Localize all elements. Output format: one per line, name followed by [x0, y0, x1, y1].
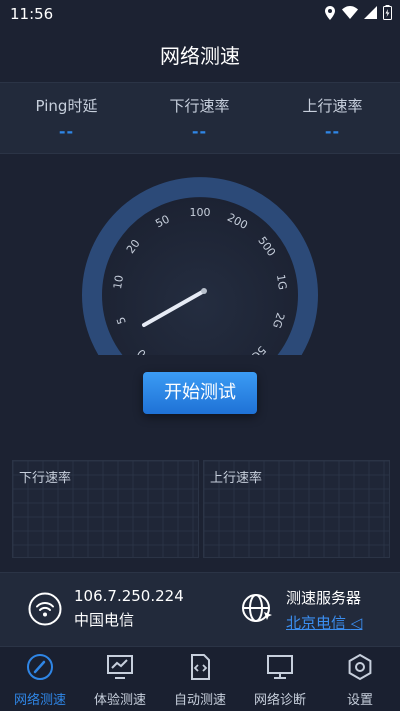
- battery-icon: [383, 5, 392, 20]
- network-info-bar: 106.7.250.224 中国电信 测速服务器 北京电信 ◁: [0, 572, 400, 647]
- page-title: 网络测速: [160, 44, 240, 68]
- metric-upload: 上行速率 --: [266, 95, 399, 141]
- download-chart-label: 下行速率: [19, 471, 72, 486]
- gauge-tick-label: 100: [190, 206, 211, 219]
- metric-ping: Ping时延 --: [0, 95, 133, 141]
- tab-speed-test-label: 网络测速: [13, 693, 66, 708]
- location-icon: [325, 5, 335, 20]
- chevron-left-icon: ◁: [350, 614, 363, 632]
- wifi-icon: [342, 6, 358, 19]
- bottom-tab-bar: 网络测速 体验测速 自动测速 网络诊断 设置: [0, 646, 400, 711]
- monitor-icon: [267, 655, 293, 679]
- gauge-needle-tip: [201, 288, 207, 294]
- ip-address: 106.7.250.224: [74, 587, 184, 605]
- network-info: 106.7.250.224 中国电信: [28, 587, 184, 630]
- metric-upload-value: --: [324, 122, 341, 141]
- tab-experience-test[interactable]: 体验测速: [80, 653, 160, 708]
- gear-icon: [348, 653, 372, 681]
- status-bar: 11:56: [0, 0, 400, 28]
- tab-auto-test-label: 自动测速: [173, 693, 226, 708]
- tab-speed-test[interactable]: 网络测速: [0, 653, 80, 708]
- server-name: 北京电信: [286, 614, 347, 632]
- tab-settings-label: 设置: [346, 693, 373, 708]
- gauge-tick-label: 10: [111, 274, 126, 290]
- monitor-chart-icon: [107, 655, 133, 679]
- code-doc-icon: [191, 654, 210, 680]
- speedometer-icon: [27, 654, 53, 680]
- status-time: 11:56: [10, 5, 54, 23]
- metric-upload-label: 上行速率: [302, 97, 363, 115]
- tab-network-diagnosis[interactable]: 网络诊断: [240, 653, 320, 708]
- metric-ping-label: Ping时延: [35, 97, 98, 115]
- signal-icon: [364, 6, 377, 19]
- tab-network-diagnosis-label: 网络诊断: [253, 693, 306, 708]
- upload-chart-label: 上行速率: [210, 471, 263, 486]
- server-info[interactable]: 测速服务器 北京电信 ◁: [240, 587, 362, 633]
- upload-chart: 上行速率: [203, 460, 390, 558]
- metric-download-label: 下行速率: [169, 97, 230, 115]
- metric-download-value: --: [191, 122, 208, 141]
- wifi-circle-icon: [28, 592, 62, 625]
- server-title: 测速服务器: [286, 589, 362, 607]
- metrics-panel: Ping时延 -- 下行速率 -- 上行速率 --: [0, 82, 400, 154]
- tab-auto-test[interactable]: 自动测速: [160, 653, 240, 708]
- carrier-name: 中国电信: [74, 611, 135, 629]
- speed-gauge: 05102050 100 2005001G2G5G: [82, 177, 318, 355]
- start-test-button[interactable]: 开始测试: [143, 372, 257, 414]
- metric-download: 下行速率 --: [133, 95, 266, 141]
- tab-settings[interactable]: 设置: [320, 653, 400, 708]
- download-chart: 下行速率: [12, 460, 199, 558]
- tab-experience-test-label: 体验测速: [93, 693, 146, 708]
- gauge-tick-label: 1G: [274, 273, 289, 290]
- server-link[interactable]: 北京电信 ◁: [286, 612, 362, 633]
- globe-cursor-icon: [242, 594, 272, 622]
- status-icons: [324, 5, 392, 20]
- metric-ping-value: --: [58, 122, 75, 141]
